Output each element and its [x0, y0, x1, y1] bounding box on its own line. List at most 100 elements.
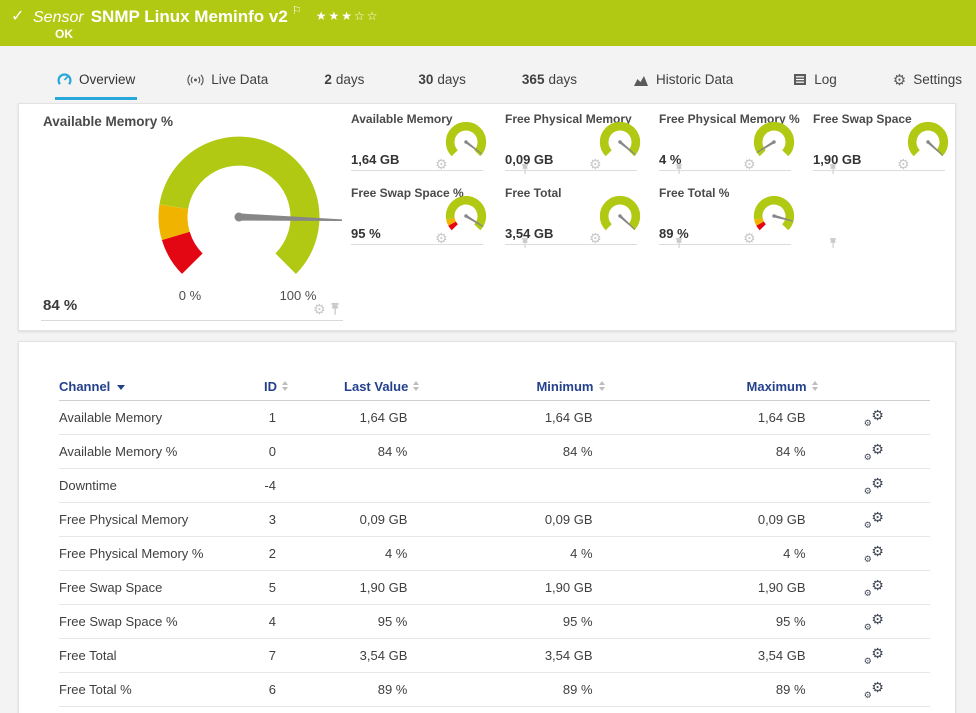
table-row: Free Total % 6 89 % 89 % 89 % ⚙ ⚙ [59, 673, 930, 707]
table-row: Free Swap Space % 4 95 % 95 % 95 % ⚙ ⚙ [59, 605, 930, 639]
gauge-settings-gear-icon[interactable]: ⚙ [313, 302, 326, 316]
channel-last-value: 1,64 GB [359, 410, 408, 425]
edit-channel-gears-icon[interactable]: ⚙ ⚙ [864, 441, 884, 462]
edit-channel-gears-icon[interactable]: ⚙ ⚙ [864, 577, 884, 598]
table-row: Free Physical Memory 3 0,09 GB 0,09 GB 0… [59, 503, 930, 537]
gauges-panel: Available Memory % 0 % 100 % 84 % ⚙ Avai… [18, 103, 956, 331]
channel-maximum: 89 % [775, 682, 806, 697]
table-row: Available Memory 1 1,64 GB 1,64 GB 1,64 … [59, 401, 930, 435]
edit-channel-gears-icon[interactable]: ⚙ ⚙ [864, 407, 884, 428]
edit-channel-gears-icon[interactable]: ⚙ ⚙ [864, 679, 884, 700]
mini-gauge-free-physical-memory: Free Physical Memory 0,09 GB ⚙ [505, 112, 682, 178]
channel-table-body: Available Memory 1 1,64 GB 1,64 GB 1,64 … [59, 401, 930, 707]
channel-name: Free Total [59, 648, 117, 663]
live-data-broadcast-icon [187, 73, 204, 87]
tab-365-days-label: days [548, 72, 577, 87]
tab-historic-data[interactable]: Historic Data [631, 62, 735, 97]
tab-2-days-number: 2 [324, 72, 332, 87]
tab-2-days[interactable]: 2 days [322, 62, 366, 97]
channel-last-value: 0,09 GB [359, 512, 408, 527]
log-list-icon [793, 73, 807, 86]
mini-gauge-title: Free Swap Space [813, 112, 912, 126]
tab-live-data[interactable]: Live Data [185, 62, 270, 97]
channel-last-value: 1,90 GB [359, 580, 408, 595]
tab-30-days[interactable]: 30 days [416, 62, 468, 97]
sensor-title: SNMP Linux Meminfo v2 [90, 7, 288, 26]
mini-gauge-divider [505, 244, 637, 245]
tab-365-days[interactable]: 365 days [520, 62, 579, 97]
table-row: Free Swap Space 5 1,90 GB 1,90 GB 1,90 G… [59, 571, 930, 605]
tab-settings[interactable]: ⚙ Settings [891, 62, 964, 97]
mini-gauge-divider [351, 244, 483, 245]
sensor-title-line: Sensor SNMP Linux Meminfo v2 ⚐ ★★★☆☆ [33, 4, 379, 27]
mini-gauge-free-total: Free Total 3,54 GB ⚙ [505, 186, 682, 252]
channel-minimum: 89 % [562, 682, 593, 697]
edit-channel-gears-icon[interactable]: ⚙ ⚙ [864, 543, 884, 564]
channel-name: Available Memory [59, 410, 163, 425]
tab-bar: Overview Live Data 2 days 30 days 365 da… [0, 62, 976, 100]
mini-gauge-available-memory: Available Memory 1,64 GB ⚙ [351, 112, 528, 178]
mini-gauge-free-swap-space-pct: Free Swap Space % 95 % ⚙ [351, 186, 528, 252]
channel-maximum: 0,09 GB [757, 512, 806, 527]
tab-30-days-number: 30 [418, 72, 434, 87]
tab-log-label: Log [814, 72, 837, 87]
main-gauge-chart [158, 136, 342, 274]
channel-maximum: 4 % [783, 546, 806, 561]
mini-gauge-divider [813, 170, 945, 171]
mini-gauge-value: 1,90 GB [813, 152, 862, 167]
column-header-minimum[interactable]: Minimum [419, 379, 605, 394]
priority-star-rating[interactable]: ★★★☆☆ [316, 9, 380, 23]
channel-minimum: 84 % [562, 444, 593, 459]
mini-gauge-value: 95 % [351, 226, 381, 241]
tab-historic-data-label: Historic Data [655, 72, 734, 87]
status-ok-check-icon: ✓ [11, 8, 25, 25]
tab-live-data-label: Live Data [211, 72, 269, 87]
sort-arrows-icon [811, 381, 818, 391]
channel-id: 3 [268, 512, 276, 527]
main-gauge-min-label: 0 % [178, 288, 202, 303]
main-gauge-divider [41, 320, 343, 321]
column-header-last-value[interactable]: Last Value [288, 379, 420, 394]
channel-maximum: 1,64 GB [757, 410, 806, 425]
sort-caret-down-icon [117, 384, 126, 390]
column-header-channel[interactable]: Channel [59, 379, 230, 394]
mini-gauge-free-physical-memory-pct: Free Physical Memory % 4 % ⚙ [659, 112, 836, 178]
mini-gauge-divider [505, 170, 637, 171]
flag-icon[interactable]: ⚐ [292, 5, 302, 17]
edit-channel-gears-icon[interactable]: ⚙ ⚙ [864, 611, 884, 632]
mini-gauge-divider [351, 170, 483, 171]
sensor-status-text: OK [55, 27, 73, 41]
channel-name: Free Physical Memory % [59, 546, 204, 561]
mini-gauge-divider [659, 244, 791, 245]
mini-gauge-value: 3,54 GB [505, 226, 554, 241]
channel-name: Free Swap Space [59, 580, 163, 595]
channel-last-value: 89 % [377, 682, 408, 697]
gauge-pin-icon[interactable] [330, 303, 340, 316]
object-kind-label: Sensor [33, 9, 84, 26]
edit-channel-gears-icon[interactable]: ⚙ ⚙ [864, 509, 884, 530]
channel-maximum: 1,90 GB [757, 580, 806, 595]
prtg-sensor-page: ✓ Sensor SNMP Linux Meminfo v2 ⚐ ★★★☆☆ OK O… [0, 0, 976, 713]
tab-2-days-label: days [335, 72, 365, 87]
sensor-status-header: ✓ Sensor SNMP Linux Meminfo v2 ⚐ ★★★☆☆ OK [0, 0, 976, 46]
mini-gauge-free-swap-space: Free Swap Space 1,90 GB ⚙ [813, 112, 961, 178]
channel-id: 4 [268, 614, 276, 629]
tab-overview-label: Overview [79, 72, 136, 87]
column-header-id[interactable]: ID [230, 379, 288, 394]
gauge-pin-icon[interactable] [829, 238, 837, 249]
main-gauge-actions: ⚙ [313, 302, 340, 316]
mini-gauge-divider [659, 170, 791, 171]
tab-log[interactable]: Log [791, 62, 839, 97]
channel-minimum: 95 % [562, 614, 593, 629]
edit-channel-gears-icon[interactable]: ⚙ ⚙ [864, 645, 884, 666]
table-row: Free Physical Memory % 2 4 % 4 % 4 % ⚙ ⚙ [59, 537, 930, 571]
tab-overview[interactable]: Overview [55, 62, 138, 100]
table-row: Free Total 7 3,54 GB 3,54 GB 3,54 GB ⚙ ⚙ [59, 639, 930, 673]
channel-table: Channel ID Last Value Minimum Maximum Av… [19, 342, 955, 707]
column-header-maximum[interactable]: Maximum [605, 379, 818, 394]
mini-gauge-value: 1,64 GB [351, 152, 400, 167]
mini-gauge-value: 4 % [659, 152, 682, 167]
channel-minimum: 1,64 GB [544, 410, 593, 425]
channel-minimum: 4 % [570, 546, 593, 561]
edit-channel-gears-icon[interactable]: ⚙ ⚙ [864, 475, 884, 496]
